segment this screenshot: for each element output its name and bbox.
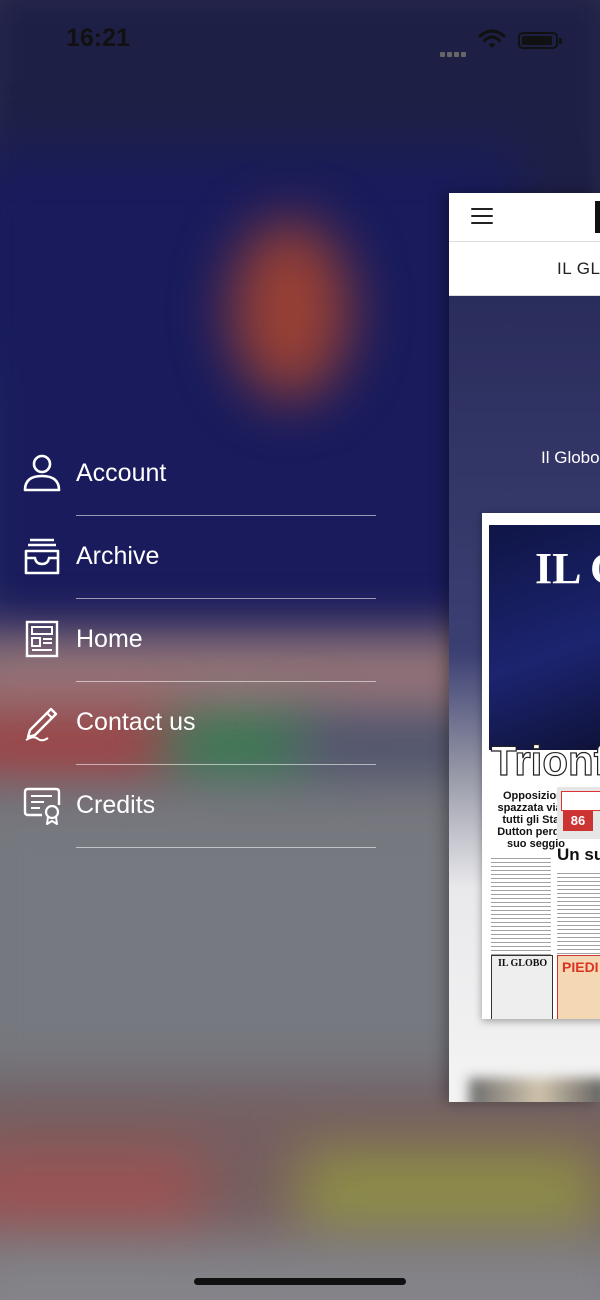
menu-item-label: Home — [76, 625, 143, 653]
cover-title: IL GLOBO — [535, 544, 600, 593]
person-icon — [23, 454, 61, 492]
menu-item-label: Credits — [76, 791, 156, 819]
menu-item-label: Contact us — [76, 708, 196, 736]
divider — [76, 847, 376, 848]
pencil-icon — [25, 707, 58, 742]
hero-caption: Il Globo — [541, 448, 600, 467]
menu-item-home[interactable]: Home — [0, 599, 380, 682]
cover-headline: Trionfo — [490, 736, 600, 784]
archive-box-icon — [24, 538, 60, 575]
cover-footer-right: PIEDI — [562, 959, 599, 975]
menu-item-credits[interactable]: Credits — [0, 765, 380, 848]
newspaper-cover[interactable]: IL GLOBO Trionfo Opposizione spazzata vi… — [482, 513, 600, 1019]
menu-item-label: Account — [76, 459, 167, 487]
cover-footer-ad: PIEDI — [557, 955, 600, 1019]
signal-icon — [440, 44, 468, 62]
cover-photo: IL GLOBO — [489, 525, 600, 750]
menu-item-label: Archive — [76, 542, 160, 570]
thumbnail-row — [469, 1078, 600, 1102]
menu-item-account[interactable]: Account — [0, 433, 380, 516]
wifi-icon — [478, 29, 506, 48]
cover-badge-number: 86 — [563, 811, 593, 831]
status-bar: 16:21 — [0, 0, 600, 80]
cover-footer-ad: IL GLOBO — [491, 955, 553, 1019]
side-menu: Account Archive Home Contact us Credits — [0, 433, 380, 848]
main-content-panel[interactable]: IL GLOBO Il Globo IL GLOBO Trionfo Oppos… — [449, 193, 600, 1102]
battery-icon — [518, 32, 562, 49]
hamburger-menu-icon[interactable] — [471, 208, 493, 224]
section-tab[interactable]: IL GLOBO — [449, 242, 600, 296]
cover-body-text — [557, 870, 600, 955]
app-header — [449, 193, 600, 242]
menu-item-contact-us[interactable]: Contact us — [0, 682, 380, 765]
home-indicator[interactable] — [194, 1278, 406, 1285]
hero-banner: Il Globo IL GLOBO Trionfo Opposizione sp… — [449, 296, 600, 1102]
status-time: 16:21 — [66, 24, 130, 52]
cover-right-headline: Un suc — [557, 845, 600, 864]
section-tab-label: IL GLOBO — [557, 259, 600, 278]
cover-badge: 86 — [557, 787, 600, 839]
app-logo-icon — [595, 201, 600, 233]
cover-footer-left: IL GLOBO — [498, 958, 548, 969]
newspaper-icon — [25, 620, 59, 658]
certificate-icon — [23, 787, 61, 825]
menu-item-archive[interactable]: Archive — [0, 516, 380, 599]
cover-body-text — [491, 855, 551, 955]
